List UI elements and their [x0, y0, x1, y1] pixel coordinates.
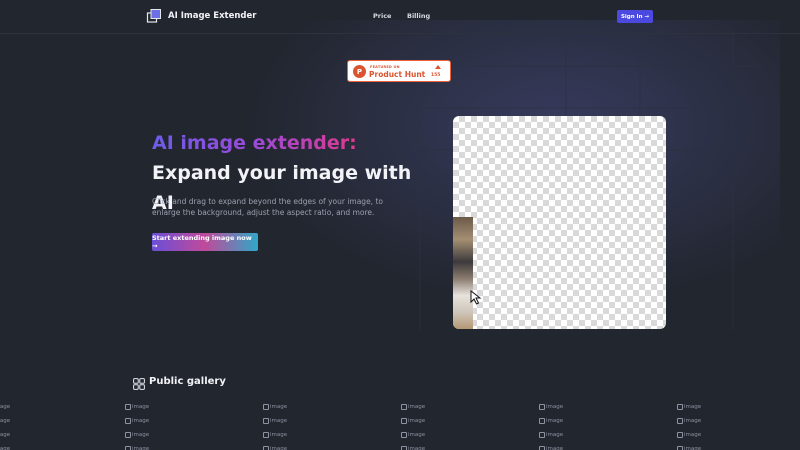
broken-image-icon	[263, 404, 269, 410]
brand-name: AI Image Extender	[168, 11, 257, 21]
broken-image-icon	[125, 418, 131, 424]
gallery-image[interactable]: image	[0, 432, 10, 438]
hero-description: Click and drag to expand beyond the edge…	[152, 197, 383, 217]
broken-image-icon	[125, 432, 131, 438]
gallery-image[interactable]: image	[0, 446, 10, 450]
broken-image-icon	[677, 418, 683, 424]
gallery-image-alt: image	[408, 446, 426, 450]
gallery-image[interactable]: image	[401, 418, 425, 424]
gallery-image-alt: image	[270, 418, 288, 424]
gallery-image-alt: image	[0, 404, 11, 410]
gallery-image[interactable]: image	[677, 446, 701, 450]
gallery-image-alt: image	[132, 432, 150, 438]
expand-image-logo-icon	[146, 8, 162, 24]
gallery-image[interactable]: image	[677, 418, 701, 424]
gallery-image[interactable]: image	[125, 446, 149, 450]
gallery-image[interactable]: image	[263, 446, 287, 450]
gallery-image-alt: image	[546, 446, 564, 450]
start-extending-button[interactable]: Start extending image now →	[152, 233, 258, 251]
gallery-image-alt: image	[408, 432, 426, 438]
broken-image-icon	[125, 446, 131, 450]
gallery-image-alt: image	[684, 418, 702, 424]
gallery-image[interactable]: image	[263, 432, 287, 438]
broken-image-icon	[263, 446, 269, 450]
gallery-image-alt: image	[408, 418, 426, 424]
product-hunt-badge[interactable]: P FEATURED ON Product Hunt 155	[347, 60, 451, 82]
broken-image-icon	[125, 404, 131, 410]
gallery-image[interactable]: image	[539, 418, 563, 424]
product-hunt-name: Product Hunt	[369, 70, 426, 79]
gallery-image-alt: image	[684, 404, 702, 410]
gallery-image-alt: image	[546, 418, 564, 424]
hero-title-accent: AI image extender:	[152, 132, 357, 154]
gallery-image-alt: image	[408, 404, 426, 410]
gallery-image-alt: image	[270, 432, 288, 438]
broken-image-icon	[539, 418, 545, 424]
upvote-arrow-icon	[435, 65, 441, 69]
gallery-image[interactable]: image	[677, 404, 701, 410]
broken-image-icon	[401, 446, 407, 450]
gallery-image-alt: image	[270, 446, 288, 450]
broken-image-icon	[263, 432, 269, 438]
gallery-image-alt: image	[132, 404, 150, 410]
cursor-pointer-icon	[470, 290, 482, 305]
gallery-image[interactable]: image	[263, 418, 287, 424]
gallery-image-alt: image	[270, 404, 288, 410]
gallery-image[interactable]: image	[125, 418, 149, 424]
gallery-image-alt: image	[132, 446, 150, 450]
gallery-image[interactable]: image	[125, 404, 149, 410]
gallery-image[interactable]: image	[263, 404, 287, 410]
upvote-count: 155	[431, 73, 441, 78]
brand[interactable]: AI Image Extender	[146, 8, 256, 24]
gallery-image-alt: image	[0, 432, 11, 438]
gallery-image-alt: image	[0, 446, 11, 450]
broken-image-icon	[677, 446, 683, 450]
broken-image-icon	[539, 432, 545, 438]
gallery-image-alt: image	[132, 418, 150, 424]
broken-image-icon	[401, 404, 407, 410]
gallery-image-alt: image	[0, 418, 11, 424]
gallery-image[interactable]: image	[401, 432, 425, 438]
broken-image-icon	[677, 432, 683, 438]
grid-icon	[133, 375, 145, 390]
top-navbar: AI Image Extender Price Billing Sign In …	[0, 0, 800, 34]
nav-billing-link[interactable]: Billing	[407, 12, 430, 20]
gallery-image-alt: image	[546, 404, 564, 410]
gallery-image[interactable]: image	[125, 432, 149, 438]
broken-image-icon	[401, 432, 407, 438]
gallery-image[interactable]: image	[539, 446, 563, 450]
broken-image-icon	[401, 418, 407, 424]
broken-image-icon	[677, 404, 683, 410]
sign-in-button[interactable]: Sign In →	[617, 10, 653, 23]
broken-image-icon	[539, 404, 545, 410]
gallery-image[interactable]: image	[401, 404, 425, 410]
gallery-image-alt: image	[684, 432, 702, 438]
gallery-heading: Public gallery	[133, 375, 226, 390]
gallery-image[interactable]: image	[0, 418, 10, 424]
gallery-image[interactable]: image	[401, 446, 425, 450]
product-hunt-logo-icon: P	[353, 65, 366, 78]
broken-image-icon	[539, 446, 545, 450]
gallery-image[interactable]: image	[539, 432, 563, 438]
nav-price-link[interactable]: Price	[373, 12, 391, 20]
product-hunt-featured-label: FEATURED ON	[370, 65, 400, 69]
gallery-image-alt: image	[546, 432, 564, 438]
source-image	[453, 217, 473, 329]
broken-image-icon	[263, 418, 269, 424]
gallery-image-alt: image	[684, 446, 702, 450]
gallery-image[interactable]: image	[539, 404, 563, 410]
gallery-image[interactable]: image	[677, 432, 701, 438]
gallery-title: Public gallery	[149, 375, 226, 387]
extend-canvas[interactable]	[453, 116, 666, 329]
gallery-image[interactable]: image	[0, 404, 10, 410]
